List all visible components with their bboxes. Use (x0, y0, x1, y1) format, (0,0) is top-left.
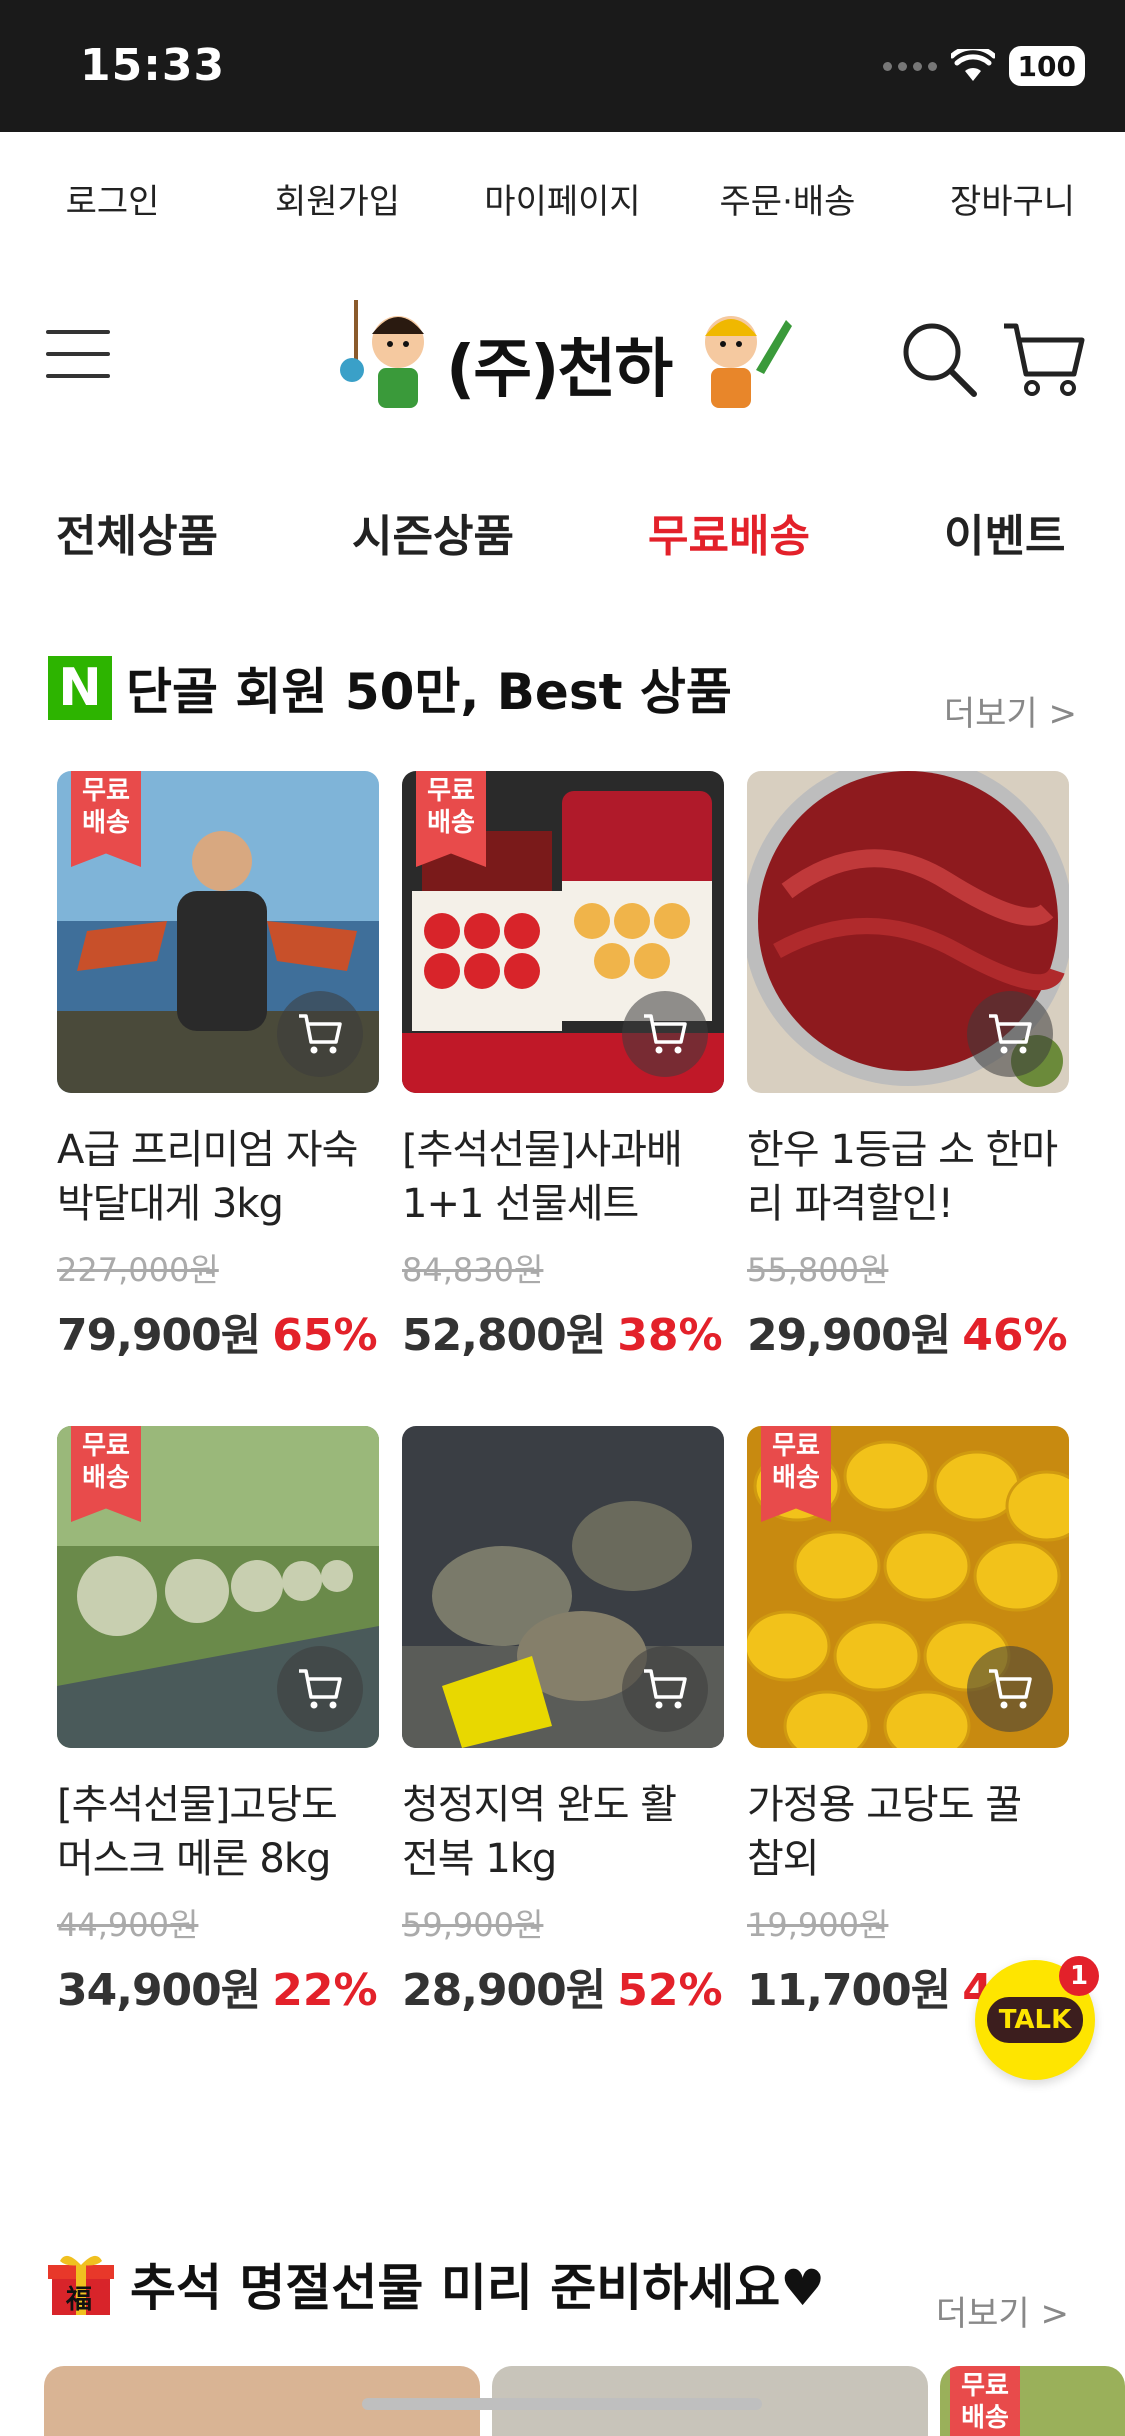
sale-price: 28,900원 (402, 1965, 606, 2016)
gift-box-icon: 福 (46, 2249, 116, 2319)
gift-section-title: 福 추석 명절선물 미리 준비하세요♥ (46, 2248, 825, 2320)
status-time: 15:33 (80, 40, 226, 91)
product-card[interactable]: 한우 1등급 소 한마 리 파격할인! 55,800원 29,900원 46% (747, 771, 1069, 1363)
product-card[interactable]: 무료 배송 A급 프리미엄 자숙 박달대게 3kg 227,000원 79,900원… (57, 771, 379, 1363)
hamburger-menu-icon[interactable] (46, 328, 110, 380)
free-shipping-tag: 무료 배송 (950, 2366, 1020, 2436)
tab-all-products[interactable]: 전체상품 (56, 500, 218, 564)
tab-event[interactable]: 이벤트 (944, 500, 1065, 564)
discount-rate: 46% (962, 1310, 1068, 1361)
original-price: 227,000원 (57, 1251, 219, 1289)
category-nav: 전체상품 시즌상품 무료배송 이벤트 (0, 480, 1125, 570)
signup-link[interactable]: 회원가입 (225, 174, 450, 223)
tab-free-shipping[interactable]: 무료배송 (648, 500, 810, 564)
product-card[interactable]: 청정지역 완도 활 전복 1kg 59,900원 28,900원 52% (402, 1426, 724, 2018)
original-price: 55,800원 (747, 1251, 889, 1289)
gift-more-link[interactable]: 더보기 > (936, 2286, 1069, 2335)
add-to-cart-icon[interactable] (967, 1646, 1053, 1732)
mypage-link[interactable]: 마이페이지 (450, 174, 675, 223)
best-more-link[interactable]: 더보기 > (944, 686, 1077, 735)
add-to-cart-icon[interactable] (967, 991, 1053, 1077)
price-row: 79,900원 65% (57, 1299, 379, 1363)
gift-product-card[interactable]: 무료 배송 (940, 2366, 1125, 2436)
add-to-cart-icon[interactable] (622, 991, 708, 1077)
product-image[interactable]: 무료 배송 (747, 1426, 1069, 1748)
discount-rate: 38% (617, 1310, 723, 1361)
status-icons: 100 (882, 46, 1085, 86)
top-links: 로그인 회원가입 마이페이지 주문·배송 장바구니 (0, 132, 1125, 264)
sale-price: 79,900원 (57, 1310, 261, 1361)
free-shipping-tag: 무료 배송 (71, 771, 141, 867)
status-bar: 15:33 100 (0, 0, 1125, 132)
original-price: 59,900원 (402, 1906, 544, 1944)
free-shipping-tag: 무료 배송 (416, 771, 486, 867)
battery-icon: 100 (1008, 46, 1085, 86)
free-shipping-tag: 무료 배송 (71, 1426, 141, 1522)
product-image[interactable] (402, 1426, 724, 1748)
product-card[interactable]: 무료배송 가정용 고당도 꿀참외 19,900원 11,700원 41% (747, 1426, 1069, 2018)
kakao-talk-button[interactable]: TALK 1 (975, 1956, 1099, 2080)
logo[interactable]: (주)천하 (336, 290, 796, 420)
talk-label: TALK (986, 1997, 1084, 2043)
home-indicator[interactable] (362, 2398, 762, 2410)
product-name: A급 프리미엄 자숙 박달대게 3kg (57, 1127, 358, 1227)
product-name: [추석선물]사과배 1+1 선물세트 (402, 1127, 683, 1227)
product-card[interactable]: 무료 배송 [추석선물]고당도 머스크 메론 8kg 44,900원 34,900원… (57, 1426, 379, 2018)
gift-section-title-text: 추석 명절선물 미리 준비하세요♥ (130, 2259, 826, 2317)
original-price: 19,900원 (747, 1906, 889, 1944)
logo-text: (주)천하 (446, 333, 673, 407)
product-image[interactable]: 무료 배송 (402, 771, 724, 1093)
price-row: 34,900원 22% (57, 1954, 379, 2018)
tab-season-products[interactable]: 시즌상품 (352, 500, 514, 564)
product-image[interactable]: 무료 배송 (57, 771, 379, 1093)
search-icon[interactable] (900, 320, 980, 400)
discount-rate: 52% (617, 1965, 723, 2016)
wifi-icon (950, 49, 995, 81)
price-row: 29,900원 46% (747, 1299, 1069, 1363)
price-row: 52,800원 38% (402, 1299, 724, 1363)
product-card[interactable]: 무료 배송 [추석선물]사과배 1+1 선물세트 84,830원 52,800원 3… (402, 771, 724, 1363)
original-price: 44,900원 (57, 1906, 199, 1944)
login-link[interactable]: 로그인 (0, 174, 225, 223)
price-row: 28,900원 52% (402, 1954, 724, 2018)
new-badge-icon: N (48, 656, 112, 720)
cart-link[interactable]: 장바구니 (900, 174, 1125, 223)
sale-price: 29,900원 (747, 1310, 951, 1361)
product-name: 청정지역 완도 활 전복 1kg (402, 1782, 677, 1882)
discount-rate: 22% (272, 1965, 378, 2016)
product-name: 가정용 고당도 꿀 참외 (747, 1782, 1022, 1882)
discount-rate: 65% (272, 1310, 378, 1361)
talk-notification-badge: 1 (1059, 1956, 1099, 1996)
signal-icon (882, 61, 937, 71)
sale-price: 34,900원 (57, 1965, 261, 2016)
best-section-title-text: 단골 회원 50만, Best 상품 (126, 663, 732, 721)
add-to-cart-icon[interactable] (277, 1646, 363, 1732)
original-price: 84,830원 (402, 1251, 544, 1289)
free-shipping-tag: 무료 배송 (761, 1426, 831, 1522)
product-name: [추석선물]고당도 머스크 메론 8kg (57, 1782, 338, 1882)
product-image[interactable]: 무료 배송 (57, 1426, 379, 1748)
best-section-title: N 단골 회원 50만, Best 상품 (48, 652, 732, 724)
orders-link[interactable]: 주문·배송 (675, 174, 900, 223)
product-image[interactable] (747, 771, 1069, 1093)
product-name: 한우 1등급 소 한마 리 파격할인! (747, 1127, 1058, 1227)
sale-price: 52,800원 (402, 1310, 606, 1361)
add-to-cart-icon[interactable] (622, 1646, 708, 1732)
add-to-cart-icon[interactable] (277, 991, 363, 1077)
sale-price: 11,700원 (747, 1965, 951, 2016)
header: (주)천하 (0, 280, 1125, 430)
cart-icon[interactable] (1000, 316, 1086, 402)
